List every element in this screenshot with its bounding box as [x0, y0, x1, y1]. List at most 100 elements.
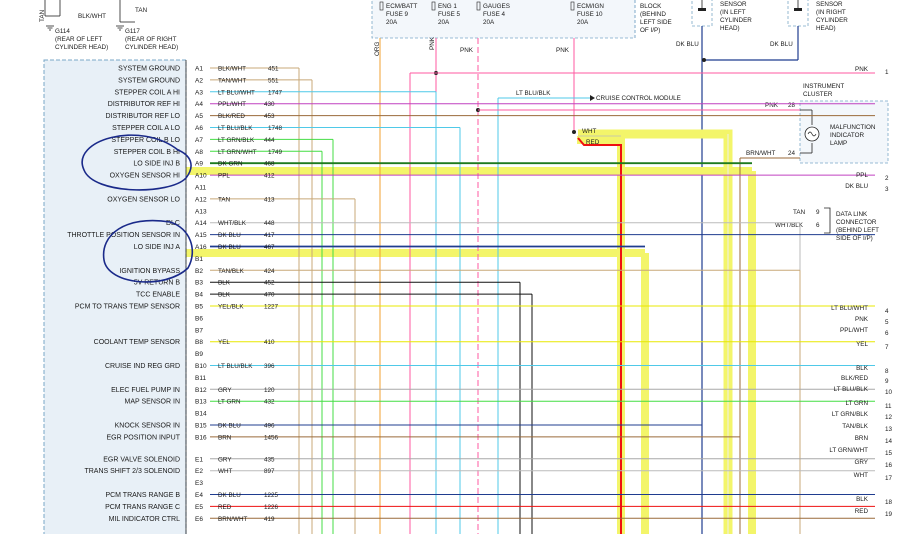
pin-wire-color: DK BLU — [218, 423, 241, 430]
right-wire-color-label: PPL — [856, 172, 868, 179]
pin-circuit-number: 413 — [264, 196, 275, 203]
right-wire-number: 8 — [885, 368, 889, 375]
right-wire-number: 12 — [885, 414, 893, 421]
pin-wire-color: LT BLU/WHT — [218, 89, 255, 96]
connector-bracket-icon — [824, 207, 831, 234]
sensor-right-line2: (IN RIGHT — [816, 9, 846, 16]
sensor-right-line4: HEAD) — [816, 25, 836, 32]
cluster-pnk-label: PNK — [765, 102, 779, 109]
pin-function-label: TCC ENABLE — [136, 292, 180, 299]
right-wire-color-label: BLK — [856, 496, 869, 503]
pin-circuit-number: 410 — [264, 339, 275, 346]
dlc-desc-line4: SIDE OF I/P) — [836, 235, 873, 242]
sensor-left-line4: HEAD) — [720, 25, 740, 32]
pin-wire-color: BLK — [218, 280, 231, 287]
fuse4-number: FUSE 10 — [577, 11, 603, 18]
pin-wire-color: DK BLU — [218, 232, 241, 239]
sensor-left-line1: SENSOR — [720, 1, 747, 8]
pin-wire-color: PPL — [218, 173, 230, 180]
pin-wire-color: TAN/BLK — [218, 268, 245, 275]
pnk-vertical-label-1: PNK — [429, 36, 436, 50]
pin-function-label: TRANS SHIFT 2/3 SOLENOID — [84, 468, 180, 475]
pin-id: A7 — [195, 137, 203, 144]
pin-id: A5 — [195, 113, 203, 120]
pin-circuit-number: 396 — [264, 363, 275, 370]
pin-row: B6 — [195, 315, 203, 322]
pin-circuit-number: 467 — [264, 244, 275, 251]
pin-wire-color: RED — [218, 504, 232, 511]
pin-wire-color: DK BLU — [218, 244, 241, 251]
fuse2-name: ENG 1 — [438, 3, 457, 10]
right-wire-number: 4 — [885, 308, 889, 315]
lamp-label-line2: INDICATOR — [830, 132, 865, 139]
right-wire-number: 2 — [885, 175, 889, 182]
pin-id: A15 — [195, 232, 207, 239]
wht-label: WHT — [582, 128, 596, 135]
sensor-left-line2: (IN LEFT — [720, 9, 746, 16]
fuse3-name: GAUGES — [483, 3, 510, 10]
pin-row: ELEC FUEL PUMP IN B12 GRY 120 — [111, 387, 875, 394]
pin-id: A10 — [195, 173, 207, 180]
pin-row: B11 — [195, 375, 206, 382]
instrument-cluster: INSTRUMENT CLUSTER PNK 28 BRN/WHT 24 MAL… — [746, 83, 889, 164]
wiring-diagram: TAN BLK/WHT TAN G114 (REAR OF LEFT CYLIN… — [39, 0, 893, 534]
pin-circuit-number: 1226 — [264, 504, 279, 511]
pin-function-label: MAP SENSOR IN — [125, 399, 181, 406]
pin-function-label: LO SIDE INJ B — [133, 161, 180, 168]
pin-circuit-number: 1747 — [268, 89, 283, 96]
right-wire-color-label: RED — [855, 508, 869, 515]
block-note-line4: OF I/P) — [640, 27, 660, 34]
lamp-label-line1: MALFUNCTION — [830, 124, 876, 131]
pin-row: MAP SENSOR IN B13 LT GRN 432 — [125, 399, 875, 406]
pin-circuit-number: 435 — [264, 456, 275, 463]
dlc-desc-line3: (BEHIND LEFT — [836, 227, 879, 234]
dlc-tan-label: TAN — [793, 209, 806, 216]
right-wire-color-label: LT GRN/WHT — [829, 447, 868, 454]
pin-function-label: SYSTEM GROUND — [118, 66, 180, 73]
pin-circuit-number: 412 — [264, 173, 275, 180]
pin-row: B1 — [195, 256, 203, 263]
pin-circuit-number: 468 — [264, 161, 275, 168]
pin-id: A9 — [195, 161, 203, 168]
right-wire-number: 17 — [885, 475, 893, 482]
pin-function-label: EGR POSITION INPUT — [106, 434, 180, 441]
right-wire-number: 10 — [885, 389, 893, 396]
pin-function-label: THROTTLE POSITION SENSOR IN — [67, 232, 180, 239]
blk-wht-label: BLK/WHT — [78, 13, 106, 20]
pin-circuit-number: 430 — [264, 101, 275, 108]
pin-id: A2 — [195, 77, 203, 84]
right-wire-color-label: PPL/WHT — [840, 327, 868, 334]
pin-id: A3 — [195, 89, 203, 96]
dlc-tan-pin: 9 — [816, 209, 820, 216]
right-wire-color-label: BRN — [855, 435, 869, 442]
pin-function-label: OXYGEN SENSOR LO — [107, 196, 180, 203]
ground-g117-id: G117 — [125, 28, 140, 35]
right-wire-color-label: LT GRN/BLK — [832, 411, 869, 418]
right-wire-color-label: BLK/RED — [841, 375, 868, 382]
pin-id: E3 — [195, 480, 203, 487]
block-note-line2: (BEHIND — [640, 11, 666, 18]
pin-row: A11 — [195, 185, 206, 192]
pin-id: A14 — [195, 220, 207, 227]
data-link-connector: TAN 9 WHT/BLK 6 DATA LINK CONNECTOR (BEH… — [775, 207, 879, 242]
pin-function-label: PCM TRANS RANGE C — [105, 504, 180, 511]
right-wire-number: 14 — [885, 438, 893, 445]
pin-function-label: EGR VALVE SOLENOID — [103, 456, 180, 463]
pin-wire-color: TAN/WHT — [218, 77, 246, 84]
pin-function-label: IGNITION BYPASS — [119, 268, 180, 275]
right-wire-color-label: BLK — [856, 365, 869, 372]
pin-id: A4 — [195, 101, 203, 108]
pin-function-label: STEPPER COIL A LO — [112, 125, 180, 132]
pin-row: B7 — [195, 327, 203, 334]
pin-row: DLC A14 WHT/BLK 448 — [166, 220, 801, 534]
pnk-vertical-label-2: PNK — [460, 47, 474, 54]
pin-id: E2 — [195, 468, 203, 475]
knock-sensor-right: SENSOR (IN RIGHT CYLINDER HEAD) — [787, 0, 848, 32]
dlc-wht-blk-pin: 6 — [816, 222, 820, 229]
fuse1-number: FUSE 9 — [386, 11, 409, 18]
pin-id: B13 — [195, 399, 207, 406]
pin-row: LO SIDE INJ B A9 DK GRN 468 — [133, 161, 752, 168]
pin-row: E3 — [195, 480, 203, 487]
pin-circuit-number: 897 — [264, 468, 275, 475]
vertical-wires: ORG PNK PNK PNK — [374, 36, 576, 534]
